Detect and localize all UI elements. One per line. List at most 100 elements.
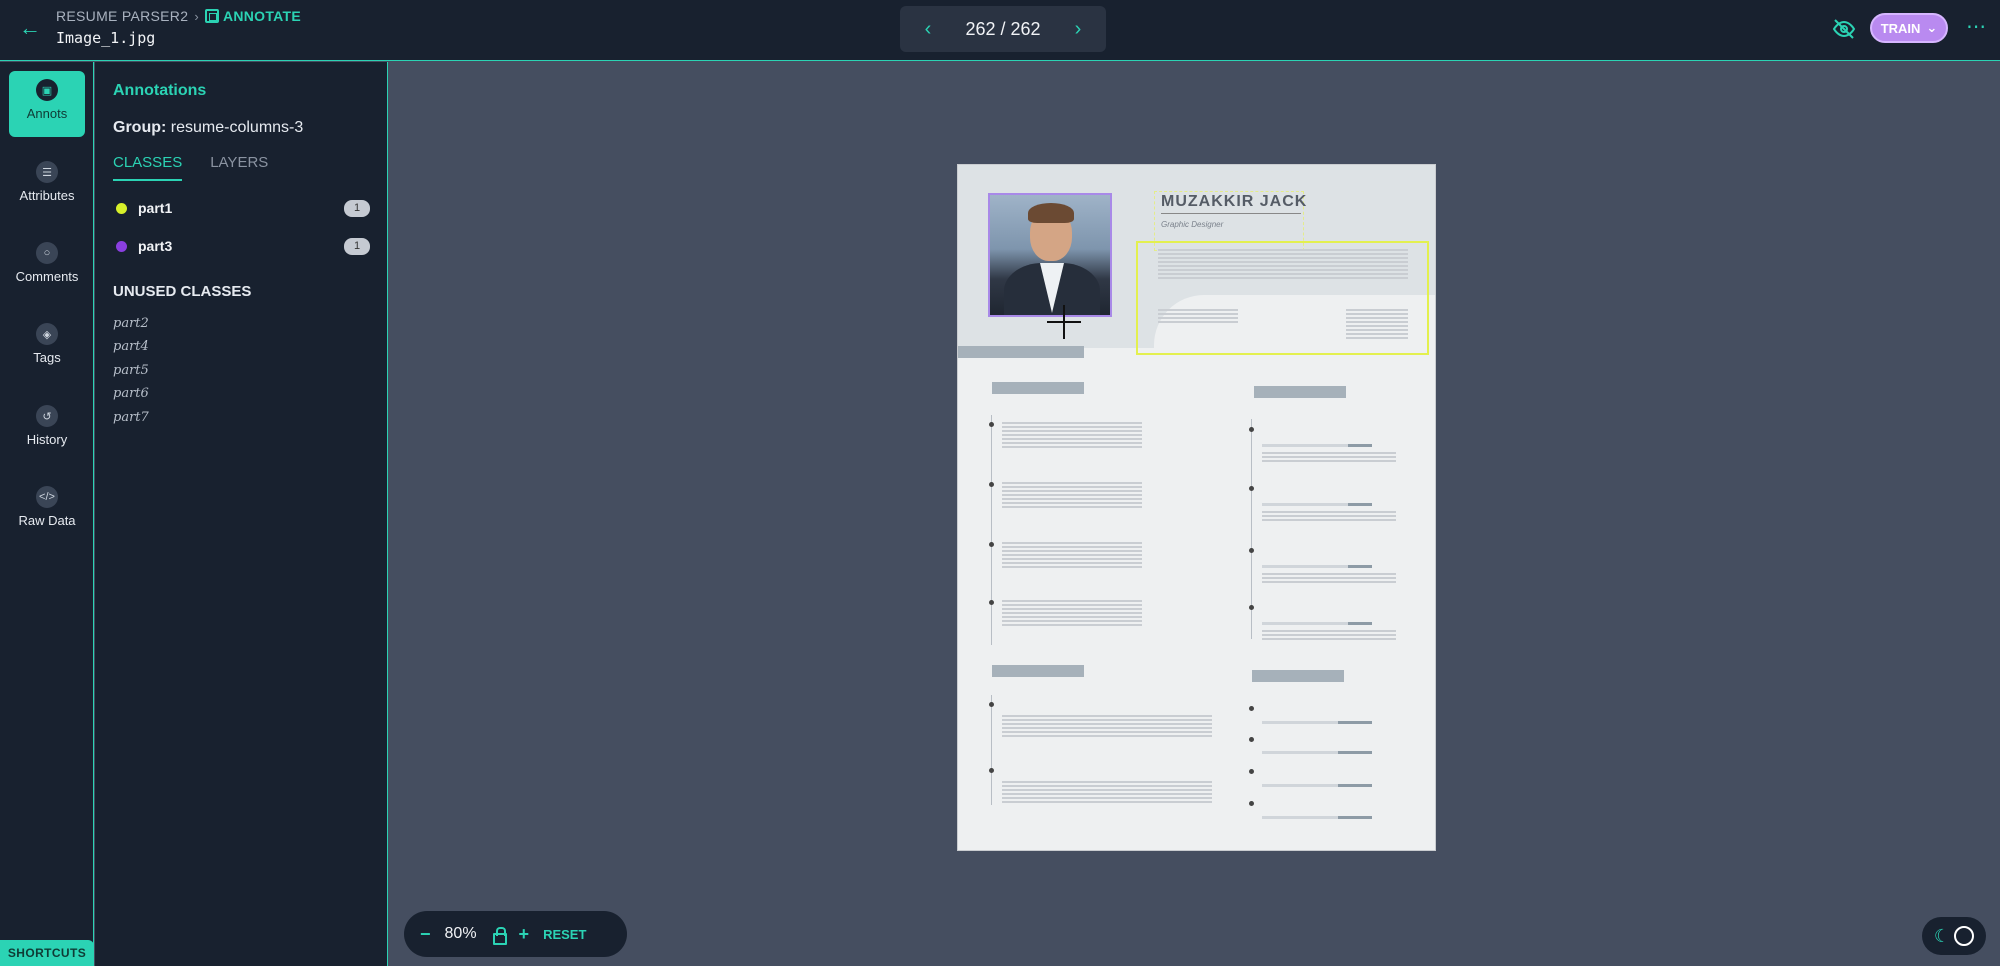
annotation-icon: ▣ xyxy=(36,79,58,101)
education-text-lines xyxy=(1002,781,1212,805)
resume-photo-part3-annotation[interactable] xyxy=(988,193,1112,317)
contact-text-lines xyxy=(1346,309,1408,339)
chevron-right-icon: › xyxy=(194,8,199,24)
class-color-dot xyxy=(116,240,127,252)
timeline-dot xyxy=(1249,486,1254,491)
moon-icon: ☾ xyxy=(1933,925,1951,946)
zoom-out-button[interactable]: − xyxy=(420,924,431,945)
train-button[interactable]: TRAIN ⌄ xyxy=(1870,13,1948,43)
history-icon: ↺ xyxy=(36,405,58,427)
breadcrumb-current-label: ANNOTATE xyxy=(222,8,302,24)
crosshair-cursor-icon xyxy=(1047,305,1081,339)
timeline-dot xyxy=(1249,706,1254,711)
unused-class-item[interactable]: part2 xyxy=(113,316,149,331)
photo-hair xyxy=(1028,203,1074,223)
panel-tabs: CLASSES LAYERS xyxy=(113,154,268,181)
list-icon: ☰ xyxy=(36,161,58,183)
tab-layers[interactable]: LAYERS xyxy=(210,154,268,181)
toggle-knob-icon xyxy=(1954,926,1975,946)
rail-item-label: Attributes xyxy=(19,188,75,203)
class-count-badge: 1 xyxy=(344,199,370,217)
tab-classes[interactable]: CLASSES xyxy=(113,154,183,181)
unlock-icon[interactable] xyxy=(491,927,507,945)
experience-text-lines xyxy=(1002,542,1142,570)
prev-image-button[interactable]: ‹ xyxy=(918,18,938,41)
section-tag xyxy=(992,665,1084,677)
timeline-dot xyxy=(1249,769,1254,774)
contact-text-lines xyxy=(1158,309,1238,323)
section-tag xyxy=(1254,386,1346,398)
rail-item-label: Comments xyxy=(15,269,79,284)
breadcrumb: RESUME PARSER2 › ANNOTATE xyxy=(56,8,301,24)
rail-item-annots[interactable]: ▣ Annots xyxy=(9,71,85,137)
class-color-dot xyxy=(116,202,127,214)
skill-text-lines xyxy=(1262,511,1396,523)
resume-role: Graphic Designer xyxy=(1161,220,1224,229)
section-tag xyxy=(1252,670,1344,682)
breadcrumb-current: ANNOTATE xyxy=(204,8,302,24)
class-count-badge: 1 xyxy=(344,237,370,255)
zoom-in-button[interactable]: + xyxy=(519,924,530,945)
shortcuts-button[interactable]: SHORTCUTS xyxy=(0,940,94,966)
rail-item-label: Raw Data xyxy=(18,513,76,528)
experience-text-lines xyxy=(1002,600,1142,628)
annotation-canvas[interactable]: MUZAKKIR JACK Graphic Designer xyxy=(389,62,2000,966)
name-underline xyxy=(1161,213,1301,214)
file-name: Image_1.jpg xyxy=(56,29,156,47)
language-bar-fill xyxy=(1338,751,1372,754)
timeline-dot xyxy=(989,482,994,487)
timeline-dot xyxy=(989,600,994,605)
rail-item-label: Annots xyxy=(26,106,68,121)
theme-toggle[interactable]: ☾ xyxy=(1922,917,1986,955)
unused-class-item[interactable]: part6 xyxy=(113,386,149,401)
skill-bar-fill xyxy=(1348,565,1372,568)
unused-class-item[interactable]: part5 xyxy=(113,363,149,378)
annotate-icon xyxy=(204,9,219,23)
rail-item-label: History xyxy=(26,432,68,447)
skill-text-lines xyxy=(1262,573,1396,585)
skill-text-lines xyxy=(1262,452,1396,464)
skill-bar-fill xyxy=(1348,503,1372,506)
group-label: Group: xyxy=(113,119,167,136)
timeline-line xyxy=(991,695,992,805)
chevron-down-icon: ⌄ xyxy=(1926,20,1938,35)
language-bar-fill xyxy=(1338,816,1372,819)
code-icon: </> xyxy=(36,486,58,508)
timeline-dot xyxy=(1249,427,1254,432)
breadcrumb-root[interactable]: RESUME PARSER2 xyxy=(56,8,188,24)
timeline-dot xyxy=(989,702,994,707)
resume-document-image[interactable]: MUZAKKIR JACK Graphic Designer xyxy=(957,164,1436,851)
rail-item-history[interactable]: ↺ History xyxy=(9,397,85,463)
tag-icon: ◈ xyxy=(36,323,58,345)
left-rail: ▣ Annots ☰ Attributes ○ Comments ◈ Tags … xyxy=(0,62,94,966)
timeline-dot xyxy=(1249,605,1254,610)
unused-class-item[interactable]: part7 xyxy=(113,410,149,425)
timeline-dot xyxy=(989,768,994,773)
rail-item-label: Tags xyxy=(33,350,61,365)
rail-item-attributes[interactable]: ☰ Attributes xyxy=(9,153,85,219)
class-item-part3[interactable]: part3 1 xyxy=(113,233,370,259)
eye-off-icon[interactable] xyxy=(1832,17,1856,41)
next-image-button[interactable]: › xyxy=(1068,18,1088,41)
skill-bar-fill xyxy=(1348,444,1372,447)
experience-text-lines xyxy=(1002,422,1142,450)
group-info: Group: resume-columns-3 xyxy=(113,119,303,137)
rail-item-tags[interactable]: ◈ Tags xyxy=(9,315,85,381)
section-tag xyxy=(958,346,1084,358)
annotations-panel: Annotations Group: resume-columns-3 CLAS… xyxy=(95,62,388,966)
class-name: part1 xyxy=(138,200,173,216)
class-item-part1[interactable]: part1 1 xyxy=(113,195,370,221)
timeline-dot xyxy=(1249,737,1254,742)
page-count: 262 / 262 xyxy=(965,18,1041,39)
unused-class-item[interactable]: part4 xyxy=(113,339,149,354)
back-arrow-icon[interactable]: ← xyxy=(18,16,42,40)
class-name: part3 xyxy=(138,238,173,254)
summary-text-lines xyxy=(1158,249,1408,279)
rail-item-comments[interactable]: ○ Comments xyxy=(9,234,85,300)
language-bar-fill xyxy=(1338,721,1372,724)
section-tag xyxy=(992,382,1084,394)
image-pager: ‹ 262 / 262 › xyxy=(900,6,1106,52)
rail-item-raw-data[interactable]: </> Raw Data xyxy=(9,478,85,544)
reset-zoom-button[interactable]: RESET xyxy=(543,927,586,942)
more-options-icon[interactable]: ⋯ xyxy=(1966,14,1987,39)
